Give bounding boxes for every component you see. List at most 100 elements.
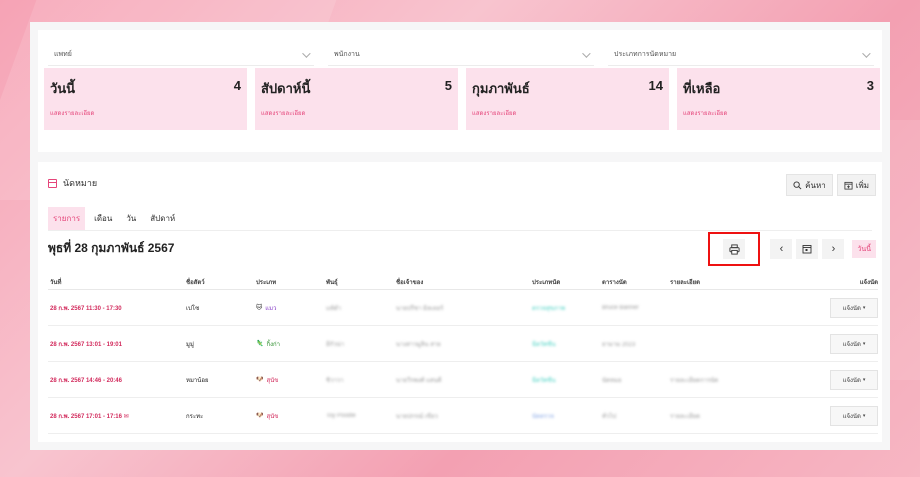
summary-cards: วันนี้ 4 แสดงรายละเอียด สัปดาห์นี้ 5 แสด… — [44, 68, 880, 130]
tab-week[interactable]: สัปดาห์ — [145, 207, 180, 230]
pet-type: 🐱 แมว — [256, 305, 277, 312]
card-today: วันนี้ 4 แสดงรายละเอียด — [44, 68, 247, 130]
appointment-time: 28 ก.พ. 2567 11:30 - 17:30 — [50, 305, 122, 312]
lizard-icon: 🦎 — [256, 341, 264, 347]
chevron-down-icon — [582, 48, 591, 58]
table-header: วันที่ ชื่อสัตว์ ประเภท พันธุ์ ชื่อเจ้าข… — [48, 274, 878, 290]
filter-vet[interactable]: แพทย์ — [48, 44, 314, 66]
app-frame: แพทย์ พนักงาน ประเภทการนัดหมาย วันนี้ 4 … — [30, 22, 890, 450]
filters: แพทย์ พนักงาน ประเภทการนัดหมาย — [48, 44, 874, 66]
table-row[interactable]: 28 ก.พ. 2567 14:46 - 20:46 หมาน้อย 🐶 สุน… — [48, 362, 878, 398]
caret-down-icon: ▾ — [862, 376, 866, 383]
caret-down-icon: ▾ — [862, 412, 866, 419]
chevron-left-icon: ‹ — [779, 243, 784, 255]
appointment-type: ตรวจสุขภาพ — [532, 305, 566, 312]
card-count: 3 — [866, 78, 874, 93]
calendar-picker-button[interactable] — [796, 239, 819, 259]
prev-button[interactable]: ‹ — [770, 239, 793, 259]
chevron-right-icon: › — [831, 243, 836, 255]
filter-staff[interactable]: พนักงาน — [328, 44, 594, 66]
calendar-icon — [48, 178, 57, 188]
dog-icon: 🐶 — [256, 377, 264, 383]
notify-button[interactable]: แจ้งนัด ▾ — [830, 405, 878, 426]
caret-down-icon: ▾ — [862, 304, 866, 311]
owner-name: นายปกรณ์ เขียว — [396, 413, 438, 420]
schedule: Bruce Banner — [602, 304, 639, 311]
add-button[interactable]: เพิ่ม — [836, 174, 876, 196]
cat-icon: 🐱 — [256, 305, 263, 311]
pet-name: เปโซ — [186, 305, 200, 312]
column-header: ชื่อเจ้าของ — [396, 279, 424, 286]
owner-name: นายปรีชา มิลเลอร์ — [396, 305, 444, 312]
panel-heading: นัดหมาย — [48, 176, 97, 190]
breed: อีกัวน่า — [326, 341, 345, 348]
calendar-icon — [803, 245, 812, 254]
appointments-table: วันที่ ชื่อสัตว์ ประเภท พันธุ์ ชื่อเจ้าข… — [48, 274, 878, 434]
column-header: ประเภทนัด — [532, 279, 561, 286]
dog-icon: 🐶 — [256, 413, 264, 419]
card-month: กุมภาพันธ์ 14 แสดงรายละเอียด — [466, 68, 669, 130]
card-detail-link[interactable]: แสดงรายละเอียด — [472, 108, 516, 118]
notify-button[interactable]: แจ้งนัด ▾ — [830, 369, 878, 390]
column-header: รายละเอียด — [670, 279, 701, 286]
chevron-down-icon — [302, 48, 311, 58]
card-detail-link[interactable]: แสดงรายละเอียด — [683, 108, 727, 118]
summary-panel: แพทย์ พนักงาน ประเภทการนัดหมาย วันนี้ 4 … — [38, 30, 882, 152]
tab-month[interactable]: เดือน — [89, 207, 117, 230]
owner-name: นายวีรพงศ์ แสนดี — [396, 377, 442, 384]
column-header: ชื่อสัตว์ — [186, 279, 205, 286]
card-count: 4 — [233, 78, 241, 93]
column-header: พันธุ์ — [326, 279, 338, 286]
table-row[interactable]: 28 ก.พ. 2567 13:01 - 19:01 มูมู่ 🦎 กิ้งก… — [48, 326, 878, 362]
appointment-time: 28 ก.พ. 2567 14:46 - 20:46 — [50, 377, 122, 384]
card-detail-link[interactable]: แสดงรายละเอียด — [261, 108, 305, 118]
owner-name: นางสาวมูลิน สาย — [396, 341, 441, 348]
date-navigation: ‹ › วันนี้ — [708, 232, 876, 266]
tab-list[interactable]: รายการ — [48, 207, 86, 230]
schedule: ยามาม 2023 — [602, 341, 636, 348]
card-detail-link[interactable]: แสดงรายละเอียด — [50, 108, 94, 118]
table-row[interactable]: 28 ก.พ. 2567 11:30 - 17:30 เปโซ 🐱 แมว แท… — [48, 290, 878, 326]
appointment-type: ฉีดวัคซีน — [532, 377, 556, 384]
today-button[interactable]: วันนี้ — [852, 240, 876, 258]
search-button[interactable]: ค้นหา — [786, 174, 833, 196]
column-header: ตารางนัด — [602, 279, 627, 286]
pet-type: 🐶 สุนัข — [256, 413, 279, 420]
filter-type[interactable]: ประเภทการนัดหมาย — [608, 44, 874, 66]
search-icon — [793, 180, 802, 189]
breed: แท้ดำ — [326, 305, 342, 312]
print-button-highlight — [708, 232, 761, 266]
pet-name: กระทะ — [186, 413, 204, 420]
card-count: 5 — [444, 78, 452, 93]
column-header: แจ้งนัด — [859, 279, 878, 286]
appointment-type: นัดตรวจ — [532, 413, 555, 420]
card-count: 14 — [648, 78, 663, 93]
pet-name: มูมู่ — [186, 341, 194, 348]
printer-icon — [729, 243, 740, 255]
notify-button[interactable]: แจ้งนัด ▾ — [830, 297, 878, 318]
tab-day[interactable]: วัน — [121, 207, 141, 230]
detail: รายละเอียด — [670, 413, 701, 420]
message-icon: ✉ — [123, 413, 129, 420]
schedule: นัดหมอ — [602, 377, 622, 384]
divider — [48, 230, 872, 231]
pet-type: 🐶 สุนัข — [256, 377, 279, 384]
card-week: สัปดาห์นี้ 5 แสดงรายละเอียด — [255, 68, 458, 130]
card-remaining: ที่เหลือ 3 แสดงรายละเอียด — [677, 68, 880, 130]
pet-name: หมาน้อย — [186, 377, 209, 384]
calendar-plus-icon — [844, 181, 853, 190]
column-header: ประเภท — [256, 279, 277, 286]
chevron-down-icon — [862, 48, 871, 58]
date-title: พุธที่ 28 กุมภาพันธ์ 2567 — [48, 241, 175, 255]
column-header: วันที่ — [50, 279, 62, 286]
appointment-type: ฉีดวัคซีน — [532, 341, 556, 348]
view-tabs: รายการ เดือน วัน สัปดาห์ — [48, 207, 180, 230]
toolbar: ค้นหา เพิ่ม — [786, 174, 876, 196]
table-row[interactable]: 28 ก.พ. 2567 17:01 - 17:16 ✉ กระทะ 🐶 สุน… — [48, 398, 878, 434]
schedule: ทั่วไป — [602, 413, 617, 420]
next-button[interactable]: › — [822, 239, 845, 259]
breed: ชิวาวา — [326, 377, 344, 384]
print-button[interactable] — [723, 239, 746, 259]
caret-down-icon: ▾ — [862, 340, 866, 347]
notify-button[interactable]: แจ้งนัด ▾ — [830, 333, 878, 354]
